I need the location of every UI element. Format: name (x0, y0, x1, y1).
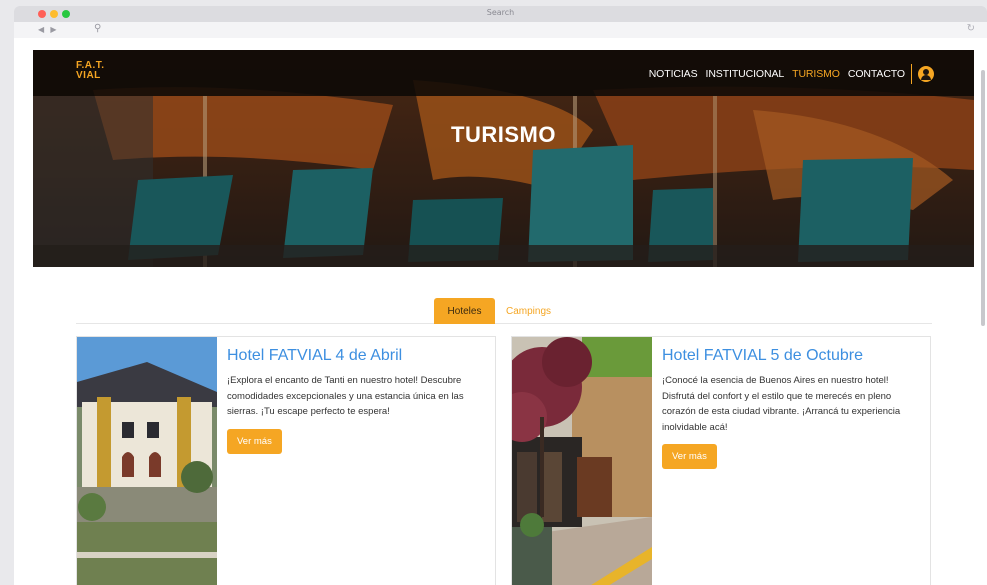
hotel-description: ¡Conocé la esencia de Buenos Aires en nu… (662, 375, 901, 433)
search-icon[interactable]: ⚲ (94, 23, 101, 34)
page-title: TURISMO (451, 122, 556, 147)
hotel-title[interactable]: Hotel FATVIAL 4 de Abril (227, 347, 487, 365)
logo-line-2: VIAL (76, 70, 101, 81)
browser-toolbar: ◀ ▶ ⚲ ↻ (14, 22, 987, 38)
hotel-card-body: Hotel FATVIAL 4 de Abril ¡Explora el enc… (227, 347, 487, 454)
ver-mas-button[interactable]: Ver más (227, 428, 282, 454)
hotel-card-body: Hotel FATVIAL 5 de Octubre ¡Conocé la es… (662, 347, 922, 469)
web-page: F.A.T. VIAL NOTICIAS INSTITUCIONAL TURIS… (33, 50, 974, 585)
main-menu: NOTICIAS INSTITUCIONAL TURISMO CONTACTO (641, 64, 934, 84)
tab-campings[interactable]: Campings (506, 298, 551, 324)
nav-separator (911, 64, 912, 84)
tab-hoteles[interactable]: Hoteles (434, 298, 495, 324)
ver-mas-button[interactable]: Ver más (662, 444, 717, 469)
hero-banner: F.A.T. VIAL NOTICIAS INSTITUCIONAL TURIS… (33, 50, 974, 267)
scrollbar-thumb[interactable] (981, 70, 985, 326)
address-bar[interactable]: Search (14, 8, 987, 17)
nav-institucional[interactable]: INSTITUCIONAL (706, 68, 785, 80)
site-logo[interactable]: F.A.T. VIAL (76, 61, 105, 81)
hotel-card: Hotel FATVIAL 5 de Octubre ¡Conocé la es… (511, 336, 931, 585)
nav-turismo[interactable]: TURISMO (792, 68, 840, 80)
reload-icon[interactable]: ↻ (967, 23, 975, 34)
hotel-card: Hotel FATVIAL 4 de Abril ¡Explora el enc… (76, 336, 496, 585)
top-navigation: F.A.T. VIAL NOTICIAS INSTITUCIONAL TURIS… (33, 50, 974, 96)
browser-viewport: F.A.T. VIAL NOTICIAS INSTITUCIONAL TURIS… (14, 38, 987, 585)
browser-titlebar: Search (14, 6, 987, 22)
hotel-description: ¡Explora el encanto de Tanti en nuestro … (227, 375, 464, 417)
hotel-image (77, 337, 217, 585)
nav-noticias[interactable]: NOTICIAS (649, 68, 698, 80)
hotel-image (512, 337, 652, 585)
back-forward-arrows-icon[interactable]: ◀ ▶ (38, 25, 59, 34)
user-account-icon[interactable] (918, 66, 934, 82)
category-tabs: Hoteles Campings (76, 298, 932, 324)
hotel-title[interactable]: Hotel FATVIAL 5 de Octubre (662, 347, 922, 365)
page-scrollbar[interactable] (979, 50, 987, 570)
nav-contacto[interactable]: CONTACTO (848, 68, 905, 80)
